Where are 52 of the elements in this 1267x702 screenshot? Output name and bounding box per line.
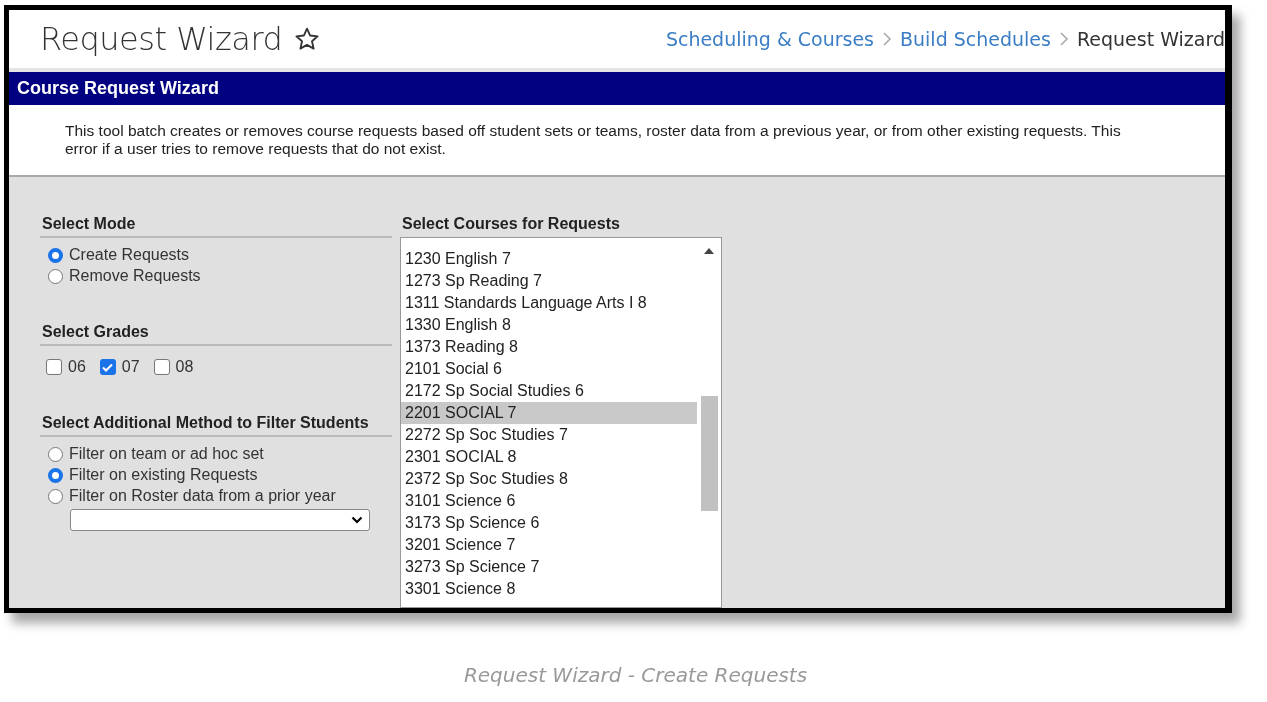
breadcrumb-link[interactable]: Scheduling & Courses <box>665 28 874 50</box>
chevron-down-icon <box>351 516 363 524</box>
option-label: Create Requests <box>69 246 190 264</box>
radio-button[interactable] <box>48 488 63 504</box>
checkbox[interactable] <box>46 359 62 375</box>
grade-label: 08 <box>175 358 194 376</box>
chevron-right-icon <box>882 31 892 47</box>
section-heading: Select Mode <box>40 207 392 238</box>
section-heading: Select Grades <box>40 315 392 346</box>
option-label: Filter on Roster data from a prior year <box>69 487 336 505</box>
breadcrumb-link[interactable]: Request Wizard <box>1076 28 1225 50</box>
course-option[interactable]: 2272 Sp Soc Studies 7 <box>401 424 697 446</box>
radio-button[interactable] <box>48 268 63 284</box>
checkbox[interactable] <box>153 359 170 375</box>
course-option[interactable]: 3201 Science 7 <box>401 534 697 556</box>
course-option[interactable]: 3301 Science 8 <box>401 578 697 600</box>
figure-caption: Request Wizard - Create Requests <box>463 663 808 687</box>
course-option[interactable]: 3273 Sp Science 7 <box>401 556 697 578</box>
page-title: Request Wizard <box>40 20 283 58</box>
option-label: Remove Requests <box>69 267 201 285</box>
course-option[interactable]: 3101 Science 6 <box>401 490 697 512</box>
scrollbar-thumb[interactable] <box>700 396 718 511</box>
panel-title: Course Request Wizard <box>9 72 1225 105</box>
radio-button[interactable] <box>48 247 63 263</box>
checkbox[interactable] <box>99 359 116 375</box>
course-option[interactable]: 1273 Sp Reading 7 <box>401 270 697 292</box>
scroll-up-icon[interactable] <box>704 248 714 254</box>
description-text: error if a user tries to remove requests that do not exist. <box>65 140 447 158</box>
course-option[interactable]: 2372 Sp Soc Studies 8 <box>401 468 697 490</box>
section-heading: Select Additional Method to Filter Students <box>40 406 392 437</box>
course-option[interactable]: 2172 Sp Social Studies 6 <box>401 380 697 402</box>
star-icon[interactable] <box>294 26 321 52</box>
course-option[interactable]: 1311 Standards Language Arts I 8 <box>401 292 697 314</box>
course-option[interactable]: 1330 English 8 <box>401 314 697 336</box>
radio-button[interactable] <box>48 467 63 483</box>
dropdown-select[interactable] <box>70 509 370 531</box>
breadcrumb-link[interactable]: Build Schedules <box>900 28 1051 50</box>
course-option[interactable]: 2201 SOCIAL 7 <box>401 402 697 424</box>
course-listbox[interactable] <box>400 237 722 608</box>
course-option[interactable]: 1230 English 7 <box>401 248 697 270</box>
course-option[interactable]: 1373 Reading 8 <box>401 336 697 358</box>
description-text: This tool batch creates or removes course requests based off student sets or teams, roster data from a previous year, or from other existing requests. This <box>65 122 1122 140</box>
course-option[interactable]: 2301 SOCIAL 8 <box>401 446 697 468</box>
course-option[interactable]: 3173 Sp Science 6 <box>401 512 697 534</box>
option-label: Filter on existing Requests <box>69 466 258 484</box>
grade-label: 06 <box>68 358 86 376</box>
section-heading: Select Courses for Requests <box>401 214 621 234</box>
option-label: Filter on team or ad hoc set <box>69 445 264 463</box>
course-option[interactable]: 2101 Social 6 <box>401 358 697 380</box>
radio-button[interactable] <box>48 446 63 462</box>
chevron-right-icon <box>1058 31 1069 47</box>
grade-label: 07 <box>121 358 140 376</box>
